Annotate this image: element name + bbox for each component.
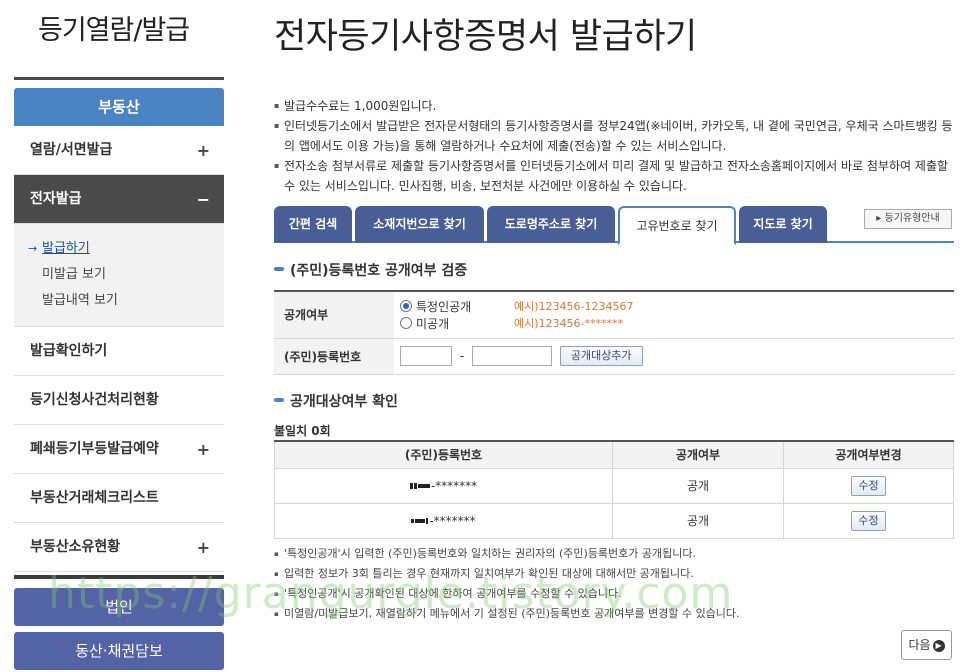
sidebar-menu: 열람/서면발급 + 전자발급 − 발급하기 미발급 보기 발급내역 보기 발급확… (14, 126, 224, 576)
plus-icon[interactable]: + (197, 523, 210, 572)
sidebar-item-case-status[interactable]: 등기신청사건처리현황 (14, 376, 224, 425)
note-item: 입력한 정보가 3회 틀리는 경우 현재까지 일치여부가 확인된 대상에 대해서… (274, 564, 954, 584)
add-disclosure-target-button[interactable]: 공개대상추가 (559, 346, 643, 366)
sidebar-item-transaction-checklist[interactable]: 부동산거래체크리스트 (14, 474, 224, 523)
sidebar-item-label: 전자발급 (30, 191, 82, 207)
table-row: -******* 공개 수정 (274, 502, 954, 539)
tab-simple-search[interactable]: 간편 검색 (274, 206, 352, 243)
sidebar-item-label: 부동산소유현황 (30, 539, 121, 555)
sidebar-subitem-unissued[interactable]: 미발급 보기 (30, 262, 224, 288)
sidebar-item-label: 폐쇄등기부등발급예약 (30, 441, 159, 457)
column-header: (주민)등록번호 (274, 441, 613, 469)
radio-non-disclosure[interactable] (400, 317, 412, 330)
tab-road-address[interactable]: 도로명주소로 찾기 (487, 206, 615, 243)
edit-button[interactable]: 수정 (851, 510, 886, 531)
column-header: 공개여부 (612, 441, 784, 469)
page-title: 전자등기사항증명서 발급하기 (274, 17, 697, 57)
sidebar-item-electronic-issue[interactable]: 전자발급 − (14, 175, 224, 224)
note-item: 미열람/미발급보기, 재열람하기 메뉴에서 기 설정된 (주민)등록번호 공개여… (274, 604, 954, 624)
arrow-right-circle-icon: ▶ (932, 639, 945, 652)
plus-icon[interactable]: + (197, 126, 210, 175)
tab-map[interactable]: 지도로 찾기 (739, 206, 827, 243)
tab-lot-number[interactable]: 소재지번으로 찾기 (355, 206, 484, 243)
column-header: 공개여부변경 (783, 441, 954, 469)
dash-separator: - (459, 349, 465, 363)
note-item: '특정인공개'시 입력한 (주민)등록번호와 일치하는 권리자의 (주민)등록번… (274, 544, 954, 564)
sidebar-item-closed-registry-reservation[interactable]: 폐쇄등기부등발급예약 + (14, 425, 224, 474)
sidebar-subitem-history[interactable]: 발급내역 보기 (30, 288, 224, 314)
sidebar-item-label: 부동산거래체크리스트 (30, 490, 159, 506)
example-text: 예시)123456-1234567 (514, 300, 634, 314)
bottom-notes: '특정인공개'시 입력한 (주민)등록번호와 일치하는 권리자의 (주민)등록번… (274, 544, 954, 624)
tab-unique-number[interactable]: 고유번호로 찾기 (618, 206, 736, 245)
disclosure-form: 공개여부 특정인공개 예시)123456-1234567 미공개 예시)1234… (274, 290, 954, 375)
mismatch-count: 불일치 0회 (274, 424, 331, 438)
note-item: 인터넷등기소에서 발급받은 전자문서형태의 등기사항증명서를 정부24앱(※네이… (274, 116, 956, 156)
sidebar-header-real-estate[interactable]: 부동산 (14, 88, 224, 126)
sidebar-button-corporation[interactable]: 법인 (14, 588, 224, 626)
edit-button[interactable]: 수정 (851, 475, 886, 496)
sidebar-item-label: 발급확인하기 (30, 343, 108, 359)
note-item: 발급수수료는 1,000원입니다. (274, 96, 956, 116)
sidebar-bottom-divider (14, 575, 224, 579)
section-title-confirm: 공개대상여부 확인 (274, 391, 398, 411)
sidebar-button-movable-collateral[interactable]: 동산·채권담보 (14, 632, 224, 670)
section-title-verify: (주민)등록번호 공개여부 검증 (274, 260, 467, 280)
sidebar-submenu: 발급하기 미발급 보기 발급내역 보기 (14, 224, 224, 327)
radio-specific-disclosure[interactable] (400, 300, 412, 313)
radio-option-specific[interactable]: 특정인공개 예시)123456-1234567 (400, 298, 954, 315)
masked-number-redaction (411, 514, 429, 528)
table-row: -******* 공개 수정 (274, 467, 954, 504)
note-item: '특정인공개'시 공개확인된 대상에 한하여 공개여부를 수정할 수 있습니다. (274, 584, 954, 604)
sidebar-divider (14, 77, 224, 80)
sidebar-item-ownership-status[interactable]: 부동산소유현황 + (14, 523, 224, 572)
next-button[interactable]: 다음 ▶ (901, 630, 952, 660)
arrow-right-icon: ▸ (876, 213, 885, 224)
masked-number-redaction (409, 479, 431, 493)
example-text: 예시)123456-******* (514, 317, 623, 331)
note-item: 전자소송 첨부서류로 제출할 등기사항증명서를 인터넷등기소에서 미리 결제 및… (274, 156, 956, 196)
sidebar-item-view-paper-issue[interactable]: 열람/서면발급 + (14, 126, 224, 175)
reg-number-front-input[interactable] (400, 346, 452, 366)
form-label-disclosure: 공개여부 (274, 291, 394, 339)
sidebar-title: 등기열람/발급 (38, 15, 190, 46)
minus-icon[interactable]: − (197, 175, 210, 224)
disclosure-result-table: (주민)등록번호 공개여부 공개여부변경 -******* 공개 수정 -***… (274, 440, 954, 539)
form-label-reg-number: (주민)등록번호 (274, 338, 394, 375)
sidebar-item-label: 열람/서면발급 (30, 142, 113, 158)
search-tabs: 간편 검색 소재지번으로 찾기 도로명주소로 찾기 고유번호로 찾기 지도로 찾… (274, 206, 954, 245)
plus-icon[interactable]: + (197, 425, 210, 474)
radio-option-private[interactable]: 미공개 예시)123456-******* (400, 315, 954, 332)
sidebar-item-label: 등기신청사건처리현황 (30, 392, 159, 408)
reg-number-back-input[interactable] (472, 346, 552, 366)
registry-type-guide-button[interactable]: ▸ 등기유형안내 (864, 209, 952, 229)
sidebar-item-verify-issue[interactable]: 발급확인하기 (14, 327, 224, 376)
info-notes: 발급수수료는 1,000원입니다. 인터넷등기소에서 발급받은 전자문서형태의 … (274, 96, 956, 196)
sidebar-subitem-issue[interactable]: 발급하기 (28, 236, 224, 262)
